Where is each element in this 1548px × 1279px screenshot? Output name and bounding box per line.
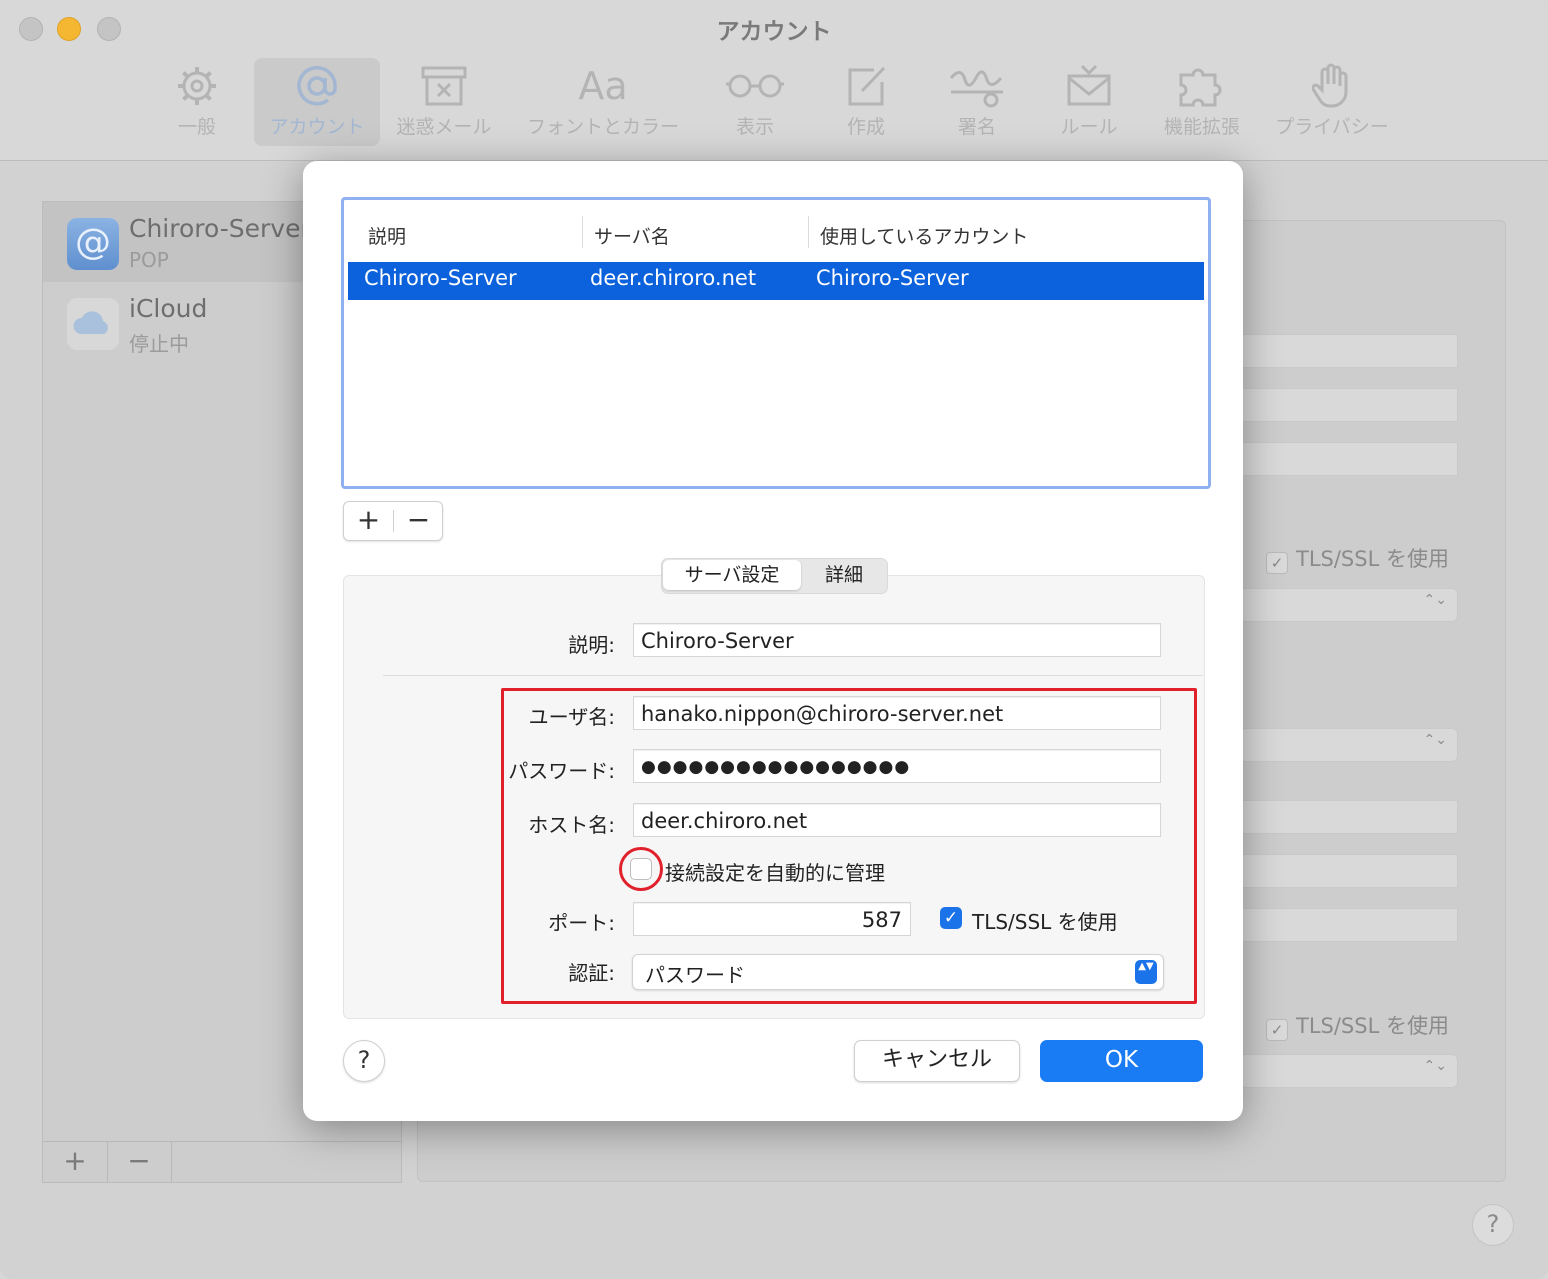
window-title: アカウント: [716, 19, 832, 45]
cell-account: Chiroro-Server: [816, 266, 969, 290]
toolbar-compose-label: 作成: [846, 116, 885, 138]
junk-icon: [392, 64, 496, 108]
cancel-button[interactable]: キャンセル: [854, 1040, 1020, 1082]
toolbar-fonts[interactable]: Aa フォントとカラー: [520, 58, 686, 146]
bg-tls-option: ✓ TLS/SSL を使用: [1266, 1010, 1449, 1041]
tab-bar: サーバ設定 詳細: [661, 558, 888, 594]
toolbar-junk-label: 迷惑メール: [396, 116, 492, 138]
toolbar-accounts[interactable]: アカウント: [254, 58, 380, 146]
signature-icon: [934, 64, 1020, 108]
server-table[interactable]: 説明 サーバ名 使用しているアカウント Chiroro-Server deer.…: [341, 197, 1211, 489]
column-header-server[interactable]: サーバ名: [594, 222, 670, 249]
bg-field: [1240, 908, 1458, 942]
remove-server-button[interactable]: −: [394, 502, 443, 540]
toolbar-rules-label: ルール: [1060, 116, 1118, 138]
toolbar-rules[interactable]: ルール: [1046, 58, 1132, 146]
bg-field: [1240, 800, 1458, 834]
puzzle-icon: [1156, 64, 1248, 108]
column-header-account[interactable]: 使用しているアカウント: [820, 222, 1028, 249]
highlight-box: [501, 688, 1197, 1004]
toolbar-compose[interactable]: 作成: [824, 58, 908, 146]
rules-icon: [1046, 64, 1132, 108]
column-divider: [582, 216, 583, 248]
bg-tls-label: TLS/SSL を使用: [1296, 1014, 1449, 1038]
toolbar-junk[interactable]: 迷惑メール: [392, 58, 496, 146]
toolbar-accounts-label: アカウント: [269, 116, 365, 138]
column-divider: [808, 216, 809, 248]
stepper-icon: ⌃⌄: [1423, 732, 1447, 748]
hand-icon: [1268, 63, 1396, 108]
bg-field: [1240, 388, 1458, 422]
fonts-icon: Aa: [578, 64, 628, 108]
toolbar-privacy-label: プライバシー: [1275, 116, 1389, 138]
ok-button[interactable]: OK: [1040, 1040, 1203, 1082]
bg-tls-label: TLS/SSL を使用: [1296, 547, 1449, 571]
bg-select: ⌃⌄: [1240, 588, 1458, 622]
window-help-button[interactable]: ?: [1472, 1204, 1514, 1246]
column-header-description[interactable]: 説明: [368, 222, 406, 249]
cell-description: Chiroro-Server: [364, 266, 517, 290]
account-type: POP: [129, 248, 169, 272]
account-name: Chiroro-Server: [129, 214, 311, 243]
stepper-icon: ⌃⌄: [1423, 592, 1447, 608]
toolbar-fonts-label: フォントとカラー: [526, 116, 679, 138]
add-server-button[interactable]: +: [344, 502, 393, 540]
bg-tls-option: ✓ TLS/SSL を使用: [1266, 543, 1449, 574]
tab-advanced[interactable]: 詳細: [802, 560, 886, 590]
bg-select: ⌃⌄: [1240, 728, 1458, 762]
bg-field: [1240, 854, 1458, 888]
bg-check-mark: ✓: [1266, 552, 1288, 574]
server-settings-dialog: 説明 サーバ名 使用しているアカウント Chiroro-Server deer.…: [303, 161, 1243, 1121]
at-icon: [254, 64, 380, 108]
tab-server-settings[interactable]: サーバ設定: [663, 560, 801, 590]
preferences-window: アカウント 一般 アカウント 迷惑メール Aa フォントとカラー 表示 作成 署…: [0, 0, 1548, 1279]
toolbar-extensions[interactable]: 機能拡張: [1156, 58, 1248, 146]
bg-field: [1240, 334, 1458, 368]
toolbar-privacy[interactable]: プライバシー: [1268, 58, 1396, 146]
toolbar-signature-label: 署名: [957, 116, 996, 138]
account-name: iCloud: [129, 294, 208, 323]
add-account-button[interactable]: +: [43, 1142, 108, 1182]
titlebar: アカウント 一般 アカウント 迷惑メール Aa フォントとカラー 表示 作成 署…: [0, 0, 1548, 161]
glasses-icon: [712, 64, 798, 108]
bg-check-mark: ✓: [1266, 1019, 1288, 1041]
table-row[interactable]: Chiroro-Server deer.chiroro.net Chiroro-…: [348, 262, 1204, 300]
bg-field: [1240, 442, 1458, 476]
gear-icon: [152, 64, 242, 108]
compose-icon: [824, 64, 908, 108]
separator: [383, 675, 1203, 676]
highlight-circle: [619, 847, 663, 891]
cell-server: deer.chiroro.net: [590, 266, 757, 290]
bg-select: ⌃⌄: [1240, 1054, 1458, 1088]
at-icon: @: [67, 218, 119, 270]
toolbar-view-label: 表示: [735, 116, 774, 138]
description-label: 説明:: [568, 633, 615, 657]
stepper-icon: ⌃⌄: [1423, 1058, 1447, 1074]
description-field[interactable]: Chiroro-Server: [633, 623, 1161, 657]
sidebar-bottom-bar: + −: [43, 1141, 401, 1182]
toolbar-signature[interactable]: 署名: [934, 58, 1020, 146]
cloud-icon: [67, 298, 119, 350]
toolbar-view[interactable]: 表示: [712, 58, 798, 146]
help-button[interactable]: ?: [343, 1040, 385, 1082]
toolbar-general-label: 一般: [177, 116, 216, 138]
remove-account-button[interactable]: −: [107, 1142, 172, 1182]
add-remove-control: + −: [343, 501, 443, 541]
toolbar-extensions-label: 機能拡張: [1163, 116, 1240, 138]
toolbar-general[interactable]: 一般: [152, 58, 242, 146]
account-status: 停止中: [129, 332, 189, 356]
